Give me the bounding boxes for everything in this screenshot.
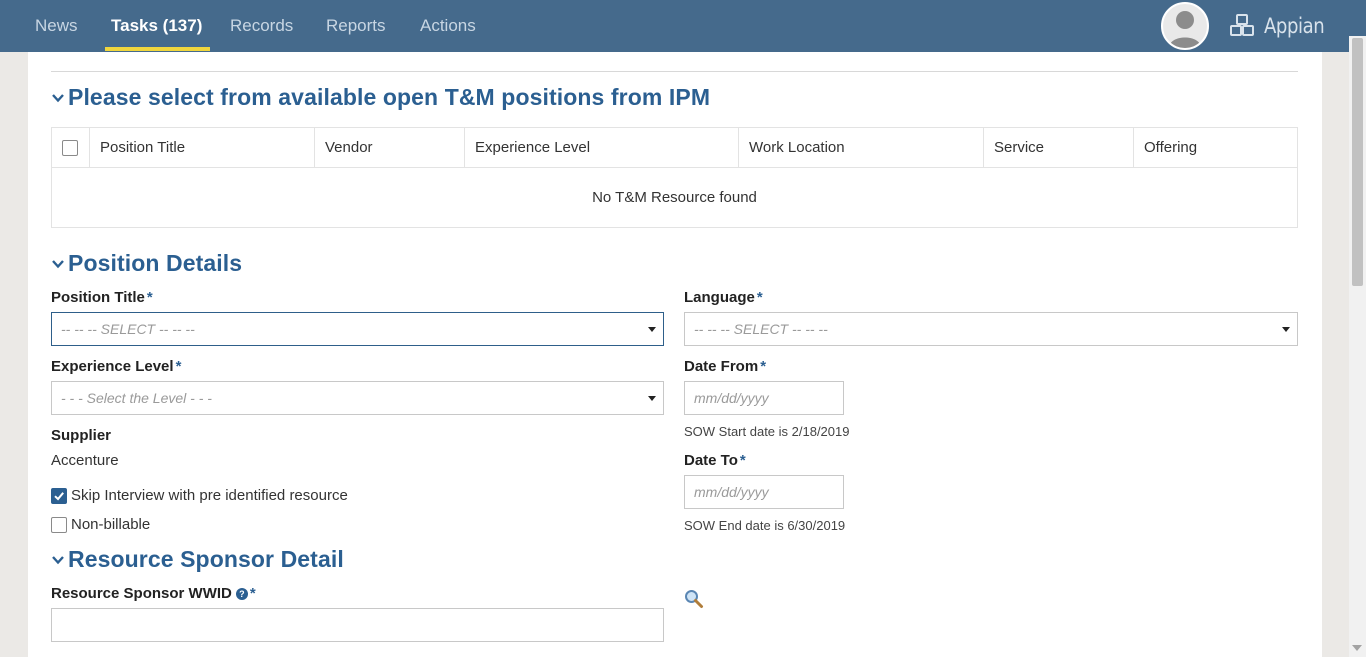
tab-records[interactable]: Records xyxy=(230,0,293,52)
section-header-positions[interactable]: Please select from available open T&M po… xyxy=(51,84,710,111)
required-marker: * xyxy=(249,585,256,602)
appian-brand-text: Appian xyxy=(1264,14,1325,38)
required-marker: * xyxy=(175,358,182,375)
caret-down-icon xyxy=(648,396,656,401)
top-nav-bar: News Tasks (137) Records Reports Actions… xyxy=(0,0,1366,52)
supplier-value: Accenture xyxy=(51,452,119,469)
vertical-scrollbar[interactable] xyxy=(1349,36,1366,657)
col-offering[interactable]: Offering xyxy=(1133,128,1297,168)
chevron-down-icon xyxy=(52,259,64,268)
positions-grid: Position Title Vendor Experience Level W… xyxy=(51,127,1298,228)
position-title-dropdown[interactable]: -- -- -- SELECT -- -- -- xyxy=(51,312,664,346)
section-header-position-details[interactable]: Position Details xyxy=(51,250,242,277)
skip-interview-label: Skip Interview with pre identified resou… xyxy=(71,487,348,504)
date-from-input[interactable] xyxy=(684,381,844,415)
non-billable-checkbox[interactable] xyxy=(51,516,67,533)
sponsor-wwid-label: Resource Sponsor WWID? * xyxy=(51,585,256,602)
col-experience-level[interactable]: Experience Level xyxy=(464,128,738,168)
tab-tasks[interactable]: Tasks (137) xyxy=(104,0,211,52)
grid-header: Position Title Vendor Experience Level W… xyxy=(52,128,1297,168)
col-work-location[interactable]: Work Location xyxy=(738,128,983,168)
col-vendor[interactable]: Vendor xyxy=(314,128,464,168)
experience-level-dropdown[interactable]: - - - Select the Level - - - xyxy=(51,381,664,415)
tab-news[interactable]: News xyxy=(35,0,78,52)
sow-end-hint: SOW End date is 6/30/2019 xyxy=(684,518,846,533)
sponsor-wwid-input[interactable] xyxy=(51,608,664,642)
non-billable-label: Non-billable xyxy=(71,516,151,533)
tab-actions[interactable]: Actions xyxy=(420,0,476,52)
position-title-label: Position Title * xyxy=(51,289,153,306)
required-marker: * xyxy=(146,289,153,306)
date-from-label: Date From * xyxy=(684,358,767,375)
skip-interview-checkbox-row[interactable]: Skip Interview with pre identified resou… xyxy=(51,487,348,504)
divider xyxy=(51,71,1298,72)
required-marker: * xyxy=(760,358,767,375)
appian-cubes-icon xyxy=(1230,14,1254,36)
dropdown-placeholder: -- -- -- SELECT -- -- -- xyxy=(694,321,828,337)
section-title: Position Details xyxy=(68,250,243,276)
user-silhouette-icon xyxy=(1169,11,1201,48)
chevron-down-icon xyxy=(52,93,64,102)
scroll-down-arrow-icon[interactable] xyxy=(1352,645,1362,651)
scrollbar-thumb[interactable] xyxy=(1352,38,1363,286)
sow-start-hint: SOW Start date is 2/18/2019 xyxy=(684,424,850,439)
caret-down-icon xyxy=(648,327,656,332)
experience-level-label: Experience Level * xyxy=(51,358,182,375)
help-icon[interactable]: ? xyxy=(235,588,248,600)
user-avatar[interactable] xyxy=(1161,2,1209,50)
skip-interview-checkbox[interactable] xyxy=(51,487,67,504)
appian-logo[interactable]: Appian xyxy=(1228,12,1334,40)
date-to-label: Date To * xyxy=(684,452,746,469)
language-dropdown[interactable]: -- -- -- SELECT -- -- -- xyxy=(684,312,1298,346)
required-marker: * xyxy=(739,452,746,469)
col-service[interactable]: Service xyxy=(983,128,1133,168)
date-to-input[interactable] xyxy=(684,475,844,509)
supplier-label: Supplier xyxy=(51,427,112,444)
select-all-checkbox[interactable] xyxy=(62,140,78,156)
section-title: Resource Sponsor Detail xyxy=(68,546,344,572)
section-title: Please select from available open T&M po… xyxy=(68,84,711,110)
tab-reports[interactable]: Reports xyxy=(326,0,386,52)
dropdown-placeholder: - - - Select the Level - - - xyxy=(61,390,212,406)
grid-empty-message: No T&M Resource found xyxy=(592,189,757,206)
required-marker: * xyxy=(756,289,763,306)
dropdown-placeholder: -- -- -- SELECT -- -- -- xyxy=(61,321,195,337)
col-position-title[interactable]: Position Title xyxy=(89,128,314,168)
language-label: Language * xyxy=(684,289,763,306)
caret-down-icon xyxy=(1282,327,1290,332)
non-billable-checkbox-row[interactable]: Non-billable xyxy=(51,516,150,533)
section-header-resource-sponsor[interactable]: Resource Sponsor Detail xyxy=(51,546,344,573)
search-icon[interactable] xyxy=(684,589,704,609)
chevron-down-icon xyxy=(52,555,64,564)
checkmark-icon xyxy=(54,491,64,500)
